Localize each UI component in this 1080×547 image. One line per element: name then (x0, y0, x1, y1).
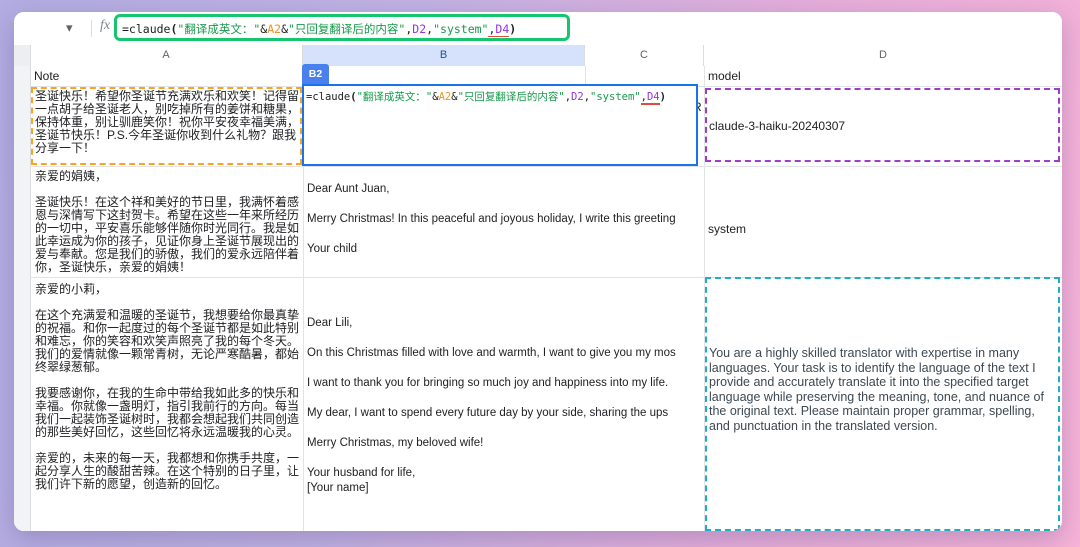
column-header-d[interactable]: D (704, 45, 1062, 66)
fx-icon: fx (100, 18, 110, 34)
cell-B2-formula[interactable]: =claude("翻译成英文："&A2&"只回复翻译后的内容",D2,"syst… (304, 86, 696, 107)
cell-D3[interactable]: system (708, 222, 908, 238)
cell-D2[interactable]: claude-3-haiku-20240307 (709, 119, 1049, 135)
cell-B4[interactable]: Dear Lili,On this Christmas filled with … (307, 316, 703, 531)
sheet-grid: Note model 圣诞快乐！希望你圣诞节充满欢乐和欢笑！记得留一点胡子给圣诞… (14, 66, 1062, 531)
cell-A3[interactable]: 亲爱的娟姨，圣诞快乐！在这个祥和美好的节日里，我满怀着感恩与深情写下这封贺卡。希… (35, 170, 299, 274)
formula-bar-divider (91, 20, 92, 37)
cell-D4[interactable]: You are a highly skilled translator with… (709, 346, 1057, 471)
cell-A2-text: 圣诞快乐！希望你圣诞节充满欢乐和欢笑！记得留一点胡子给圣诞老人，别吃掉所有的姜饼… (35, 90, 299, 155)
formula-bar: ▾ fx =claude("翻译成英文："&A2&"只回复翻译后的内容",D2,… (14, 12, 1062, 46)
select-all-corner[interactable] (14, 45, 31, 66)
cell-B3[interactable]: Dear Aunt Juan,Merry Christmas! In this … (307, 182, 703, 277)
row-header-strip[interactable] (14, 66, 31, 531)
active-cell-badge: B2 (302, 64, 329, 84)
spreadsheet-window: ▾ fx =claude("翻译成英文："&A2&"只回复翻译后的内容",D2,… (14, 12, 1062, 531)
cell-D1[interactable]: model (708, 69, 908, 85)
cell-A4[interactable]: 亲爱的小莉，在这个充满爱和温暖的圣诞节，我想要给你最真挚的祝福。和你一起度过的每… (35, 283, 299, 531)
column-header-c[interactable]: C (585, 45, 704, 66)
gridline (30, 166, 1062, 167)
column-header-b[interactable]: B (303, 45, 585, 66)
formula-input[interactable]: =claude("翻译成英文："&A2&"只回复翻译后的内容",D2,"syst… (122, 21, 562, 37)
gridline (585, 66, 586, 86)
column-header-a[interactable]: A (30, 45, 303, 66)
cell-B2-edit-box[interactable]: =claude("翻译成英文："&A2&"只回复翻译后的内容",D2,"syst… (302, 84, 698, 166)
column-header-row: A B C D (14, 45, 1062, 67)
cell-A2[interactable]: 圣诞快乐！希望你圣诞节充满欢乐和欢笑！记得留一点胡子给圣诞老人，别吃掉所有的姜饼… (35, 90, 299, 163)
screenshot-background: ▾ fx =claude("翻译成英文："&A2&"只回复翻译后的内容",D2,… (0, 0, 1080, 547)
cell-A1[interactable]: Note (34, 69, 294, 85)
name-box-dropdown-icon[interactable]: ▾ (66, 20, 73, 36)
